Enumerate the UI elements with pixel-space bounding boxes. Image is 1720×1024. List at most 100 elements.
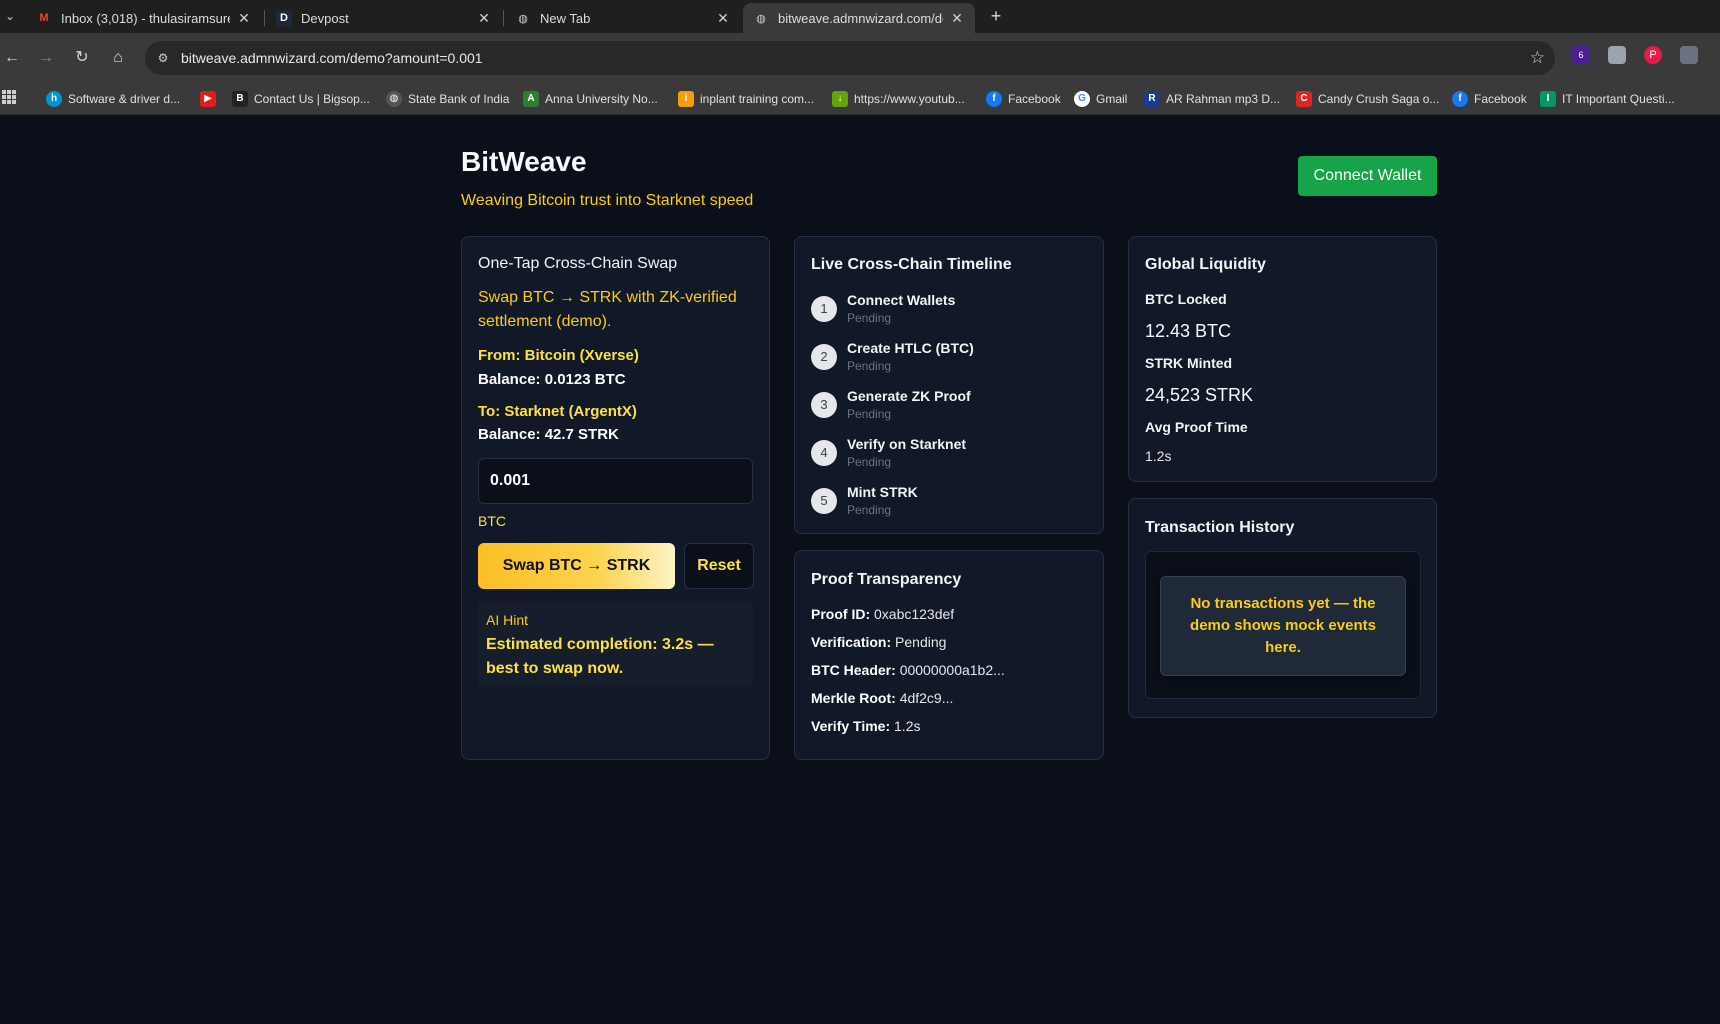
swap-card-title: One-Tap Cross-Chain Swap	[478, 255, 678, 272]
step-name: Mint STRK	[847, 484, 918, 500]
tab-title: New Tab	[540, 10, 591, 26]
timeline-title: Live Cross-Chain Timeline	[811, 256, 1012, 273]
tab-title: bitweave.admnwizard.com/demo	[778, 10, 943, 26]
amount-input[interactable]	[478, 458, 753, 504]
url-text[interactable]: bitweave.admnwizard.com/demo?amount=0.00…	[181, 50, 483, 66]
new-tab-plus-icon[interactable]: +	[984, 4, 1008, 28]
bookmark-item[interactable]: h Software & driver d...	[46, 90, 180, 108]
bookmark-item[interactable]: f Facebook	[986, 90, 1061, 108]
extension-badge: 6	[1578, 50, 1584, 60]
from-balance: Balance: 0.0123 BTC	[478, 371, 626, 388]
reload-icon[interactable]: ↻	[70, 46, 94, 70]
brand-title: BitWeave	[461, 146, 587, 177]
step-number: 5	[811, 488, 837, 514]
tab-bitweave[interactable]: ◍ bitweave.admnwizard.com/demo ✕	[743, 3, 975, 33]
history-list: No transactions yet — the demo shows moc…	[1145, 551, 1421, 699]
history-empty-message: No transactions yet — the demo shows moc…	[1160, 576, 1406, 676]
bookmark-item[interactable]: C Candy Crush Saga o...	[1296, 90, 1439, 108]
tab-new-tab[interactable]: ◍ New Tab ✕	[505, 3, 741, 33]
step-status: Pending	[847, 455, 892, 469]
address-bar[interactable]: ⚙ bitweave.admnwizard.com/demo?amount=0.…	[145, 41, 1555, 75]
download-arrow-icon: ↓	[832, 91, 848, 107]
bookmark-item[interactable]: i inplant training com...	[678, 90, 814, 108]
swap-button[interactable]: Swap BTC → STRK	[478, 543, 675, 589]
apps-grid-icon[interactable]	[2, 90, 16, 104]
anna-university-icon: A	[523, 91, 539, 107]
step-name: Create HTLC (BTC)	[847, 340, 974, 356]
bookmark-item[interactable]: ▶	[200, 90, 222, 108]
timeline-step: 5 Mint STRK Pending	[811, 484, 1071, 524]
timeline-step: 2 Create HTLC (BTC) Pending	[811, 340, 1071, 380]
avg-proof-time-label: Avg Proof Time	[1145, 419, 1248, 435]
proof-row-merkle-root: Merkle Root: 4df2c9...	[811, 690, 954, 706]
bookmark-item[interactable]: B Contact Us | Bigsop...	[232, 90, 370, 108]
bookmark-item[interactable]: G Gmail	[1074, 90, 1127, 108]
close-icon[interactable]: ✕	[715, 10, 731, 27]
strk-minted-label: STRK Minted	[1145, 355, 1233, 371]
btc-locked-label: BTC Locked	[1145, 291, 1227, 307]
bookmarks-bar: h Software & driver d... ▶ B Contact Us | …	[0, 83, 1720, 115]
youtube-icon: ▶	[200, 91, 216, 107]
inplant-icon: i	[678, 91, 694, 107]
step-number: 1	[811, 296, 837, 322]
tab-title: Devpost	[301, 10, 349, 26]
amount-unit: BTC	[478, 513, 506, 529]
devpost-icon: D	[276, 10, 292, 26]
step-number: 3	[811, 392, 837, 418]
step-status: Pending	[847, 359, 892, 373]
tab-devpost[interactable]: D Devpost ✕	[266, 3, 502, 33]
reset-button[interactable]: Reset	[684, 543, 754, 589]
history-title: Transaction History	[1145, 519, 1295, 536]
ai-hint-text: Estimated completion: 3.2s — best to swa…	[486, 636, 714, 677]
step-name: Verify on Starknet	[847, 436, 967, 452]
close-icon[interactable]: ✕	[476, 10, 492, 27]
browser-tabstrip: ⌄ M Inbox (3,018) - thulasiramsuresh ✕ D…	[0, 0, 1720, 33]
tab-search-icon[interactable]: ⌄	[0, 4, 20, 28]
step-number: 4	[811, 440, 837, 466]
step-status: Pending	[847, 311, 892, 325]
timeline-step: 3 Generate ZK Proof Pending	[811, 388, 1071, 428]
facebook-icon: f	[986, 91, 1002, 107]
bookmark-item[interactable]: ↓ https://www.youtub...	[832, 90, 965, 108]
liquidity-card: Global Liquidity BTC Locked 12.43 BTC ST…	[1128, 236, 1437, 482]
globe-icon: ◍	[518, 12, 528, 25]
close-icon[interactable]: ✕	[236, 10, 252, 27]
home-icon[interactable]: ⌂	[106, 46, 130, 70]
step-number: 2	[811, 344, 837, 370]
globe-icon: ◍	[756, 12, 766, 25]
bookmark-item[interactable]: I IT Important Questi...	[1540, 90, 1675, 108]
close-icon[interactable]: ✕	[949, 10, 965, 27]
history-card: Transaction History No transactions yet …	[1128, 498, 1437, 718]
brand-tagline: Weaving Bitcoin trust into Starknet spee…	[461, 192, 754, 209]
to-balance: Balance: 42.7 STRK	[478, 426, 619, 443]
extensions-puzzle-icon[interactable]	[1680, 46, 1698, 64]
bookmark-star-icon[interactable]: ☆	[1530, 48, 1545, 68]
forward-arrow-icon[interactable]: →	[34, 46, 58, 70]
bookmark-item[interactable]: R AR Rahman mp3 D...	[1144, 90, 1280, 108]
google-icon: G	[1074, 91, 1090, 107]
step-status: Pending	[847, 407, 892, 421]
bookmark-item[interactable]: A Anna University No...	[523, 90, 658, 108]
connect-wallet-button[interactable]: Connect Wallet	[1298, 156, 1437, 196]
candy-crush-icon: C	[1296, 91, 1312, 107]
proof-row-btc-header: BTC Header: 00000000a1b2...	[811, 662, 1005, 678]
pinterest-icon[interactable]: P	[1644, 46, 1662, 64]
step-status: Pending	[847, 503, 892, 517]
back-arrow-icon[interactable]: ←	[0, 46, 24, 70]
avg-proof-time-value: 1.2s	[1145, 448, 1172, 464]
proof-row-verify-time: Verify Time: 1.2s	[811, 718, 921, 734]
bookmark-item[interactable]: f Facebook	[1452, 90, 1527, 108]
from-chain-label: From: Bitcoin (Xverse)	[478, 347, 639, 364]
tab-separator	[503, 10, 504, 26]
bigsoft-icon: B	[232, 91, 248, 107]
swap-card: One-Tap Cross-Chain Swap Swap BTC → STRK…	[461, 236, 770, 760]
facebook-icon: f	[1452, 91, 1468, 107]
tab-gmail[interactable]: M Inbox (3,018) - thulasiramsuresh ✕	[26, 3, 262, 33]
step-name: Connect Wallets	[847, 292, 956, 308]
extension-icon[interactable]: 6	[1572, 46, 1590, 64]
tab-title: Inbox (3,018) - thulasiramsuresh	[61, 10, 230, 26]
bookmark-item[interactable]: ◍ State Bank of India	[386, 90, 509, 108]
extension-icon[interactable]	[1608, 46, 1626, 64]
proof-row-verification: Verification: Pending	[811, 634, 947, 650]
site-info-icon[interactable]: ⚙	[155, 50, 171, 66]
